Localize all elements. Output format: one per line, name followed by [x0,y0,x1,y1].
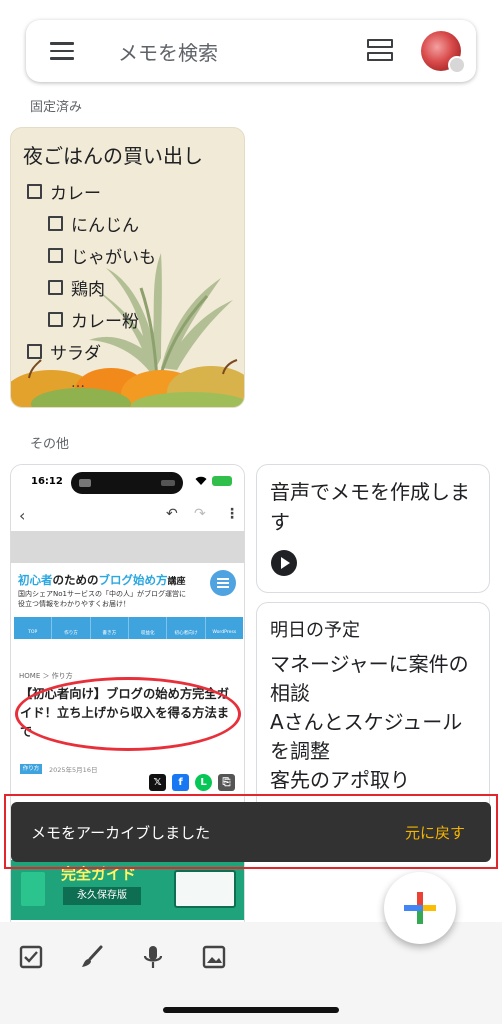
site-subtitle: 国内シェアNo1サービスの「中の人」がブログ運営に 役立つ情報をわかりやすくお届… [18,590,186,608]
checklist-item[interactable]: じゃがいも [48,243,156,268]
site-nav: TOP 作り方 書き方 収益化 初心者向け WordPress [14,617,243,639]
back-icon: ‹ [19,506,26,525]
breadcrumb: HOME ＞ 作り方 [19,672,73,680]
checkbox-icon[interactable] [48,248,63,263]
snackbar-message: メモをアーカイブしました [31,824,211,842]
checkbox-icon[interactable] [48,312,63,327]
category-tag: 作り方 [20,764,42,774]
wifi-icon [195,476,207,485]
site-title: 初心者のためのブログ始め方講座 [18,573,186,587]
undo-button[interactable]: 元に戻す [405,822,465,843]
status-time: 16:12 [31,476,63,487]
checkbox-icon[interactable] [27,184,42,199]
promo-tag: 永久保存版 [63,887,141,905]
promo-banner: 完全ガイド 永久保存版 [11,860,244,920]
plan-note-title: 明日の予定 [270,620,360,641]
facebook-share-icon: f [172,774,189,791]
checklist-item[interactable]: サラダ [27,339,101,364]
image-icon[interactable] [201,944,227,970]
snackbar: メモをアーカイブしました 元に戻す [11,802,491,862]
search-placeholder[interactable]: メモを検索 [118,37,218,66]
menu-icon[interactable] [50,42,74,60]
site-menu-icon [210,570,236,596]
checklist-item-label: にんじん [71,216,139,236]
line-share-icon: L [195,774,212,791]
browser-toolbar: ‹ ↶ ↷ ⋮ [11,501,244,531]
play-icon[interactable] [271,550,297,576]
checklist-item-label: サラダ [50,344,101,364]
battery-icon [212,476,232,486]
brush-icon[interactable] [79,944,105,970]
checkbox-icon[interactable] [18,944,44,970]
laptop-icon [174,870,236,908]
checklist-item[interactable]: にんじん [48,211,139,236]
checkbox-icon[interactable] [48,216,63,231]
section-label-others: その他 [30,437,70,452]
pinned-note-card[interactable]: 夜ごはんの買い出し カレー にんじん じゃがいも 鶏肉 カレー粉 サラダ … [10,127,245,408]
more-items-indicator: … [71,375,86,391]
checklist-item[interactable]: カレー [27,179,101,204]
undo-icon: ↶ [166,506,178,522]
plan-note-body: マネージャーに案件の相談 Aさんとスケジュールを調整 客先のアポ取り [270,652,469,792]
pinned-note-title: 夜ごはんの買い出し [23,144,203,168]
checkbox-icon[interactable] [48,280,63,295]
site-header: 初心者のためのブログ始め方講座 国内シェアNo1サービスの「中の人」がブログ運営… [11,563,244,615]
vegetable-illustration [11,253,244,407]
layout-toggle-icon[interactable] [367,39,393,63]
avatar-badge [448,56,466,74]
checklist-item[interactable]: カレー粉 [48,307,139,332]
search-bar[interactable]: メモを検索 [26,20,476,82]
checklist-item[interactable]: 鶏肉 [48,275,105,300]
redo-icon: ↷ [194,506,206,522]
share-buttons: 𝕏 f L ⎘ [143,774,235,791]
checklist-item-label: カレー [50,184,101,204]
voice-note-text: 音声でメモを作成します [270,480,470,534]
article-date: 2025年5月16日 [49,766,98,774]
checklist-item-label: じゃがいも [71,248,156,268]
copy-share-icon: ⎘ [218,774,235,791]
checklist-item-label: カレー粉 [71,312,139,332]
add-note-button[interactable] [384,872,456,944]
more-vert-icon: ⋮ [225,506,239,522]
section-label-pinned: 固定済み [30,100,83,115]
voice-note-card[interactable]: 音声でメモを作成します [256,464,490,593]
home-indicator [163,1007,339,1013]
red-highlight-circle [15,677,241,751]
gray-band [11,531,244,563]
x-share-icon: 𝕏 [149,774,166,791]
mic-icon[interactable] [140,944,166,970]
book-icon [21,872,45,906]
screenshot-note-card[interactable]: 16:12 ‹ ↶ ↷ ⋮ 初心者のためのブログ始め方講座 国内シェアNo1サー… [10,464,245,984]
checklist-item-label: 鶏肉 [71,280,105,300]
dynamic-island [71,472,183,494]
phone-status-bar: 16:12 [11,465,244,499]
checkbox-icon[interactable] [27,344,42,359]
